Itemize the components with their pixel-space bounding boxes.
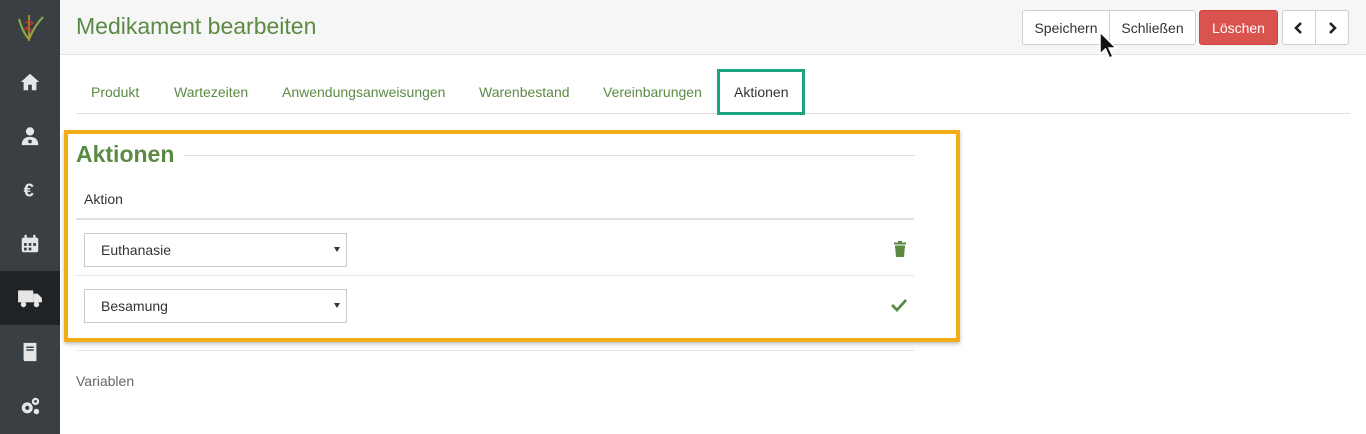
variables-label: Variablen xyxy=(76,373,135,389)
truck-icon xyxy=(18,290,42,308)
tab-wartezeiten[interactable]: Wartezeiten xyxy=(174,70,248,114)
delete-button[interactable]: Löschen xyxy=(1199,10,1278,45)
chevron-right-icon xyxy=(1329,21,1337,34)
page-title: Medikament bearbeiten xyxy=(76,13,317,39)
sidebar-item-calendar[interactable] xyxy=(0,217,60,271)
sidebar-item-patients[interactable] xyxy=(0,109,60,163)
tab-aktionen[interactable]: Aktionen xyxy=(717,69,806,115)
tab-warenbestand[interactable]: Warenbestand xyxy=(479,70,570,114)
tab-anwendungsanweisungen[interactable]: Anwendungsanweisungen xyxy=(282,70,445,114)
home-icon xyxy=(20,73,40,91)
next-button[interactable] xyxy=(1315,10,1349,45)
sidebar: € xyxy=(0,0,60,434)
tab-produkt[interactable]: Produkt xyxy=(91,70,139,114)
sidebar-item-settings[interactable] xyxy=(0,379,60,433)
close-button[interactable]: Schließen xyxy=(1109,10,1196,45)
app-logo[interactable] xyxy=(0,0,60,55)
euro-icon: € xyxy=(24,179,34,200)
book-icon xyxy=(23,342,37,362)
chevron-left-icon xyxy=(1294,21,1302,34)
user-doctor-icon xyxy=(21,127,39,146)
section-bottom-divider xyxy=(76,350,914,351)
cogs-icon xyxy=(21,397,40,415)
highlight-annotation-box xyxy=(64,130,960,342)
calendar-icon xyxy=(21,234,39,253)
tab-bar: Produkt Wartezeiten Anwendungsanweisunge… xyxy=(76,69,1350,115)
page-header: Medikament bearbeiten Speichern Schließe… xyxy=(60,0,1366,55)
sidebar-item-products[interactable] xyxy=(0,271,60,325)
sidebar-item-finance[interactable]: € xyxy=(0,163,60,217)
sidebar-item-documents[interactable] xyxy=(0,325,60,379)
sidebar-item-home[interactable] xyxy=(0,55,60,109)
mouse-cursor-icon xyxy=(1099,30,1118,59)
svg-text:€: € xyxy=(24,179,34,200)
save-button[interactable]: Speichern xyxy=(1022,10,1110,45)
tab-vereinbarungen[interactable]: Vereinbarungen xyxy=(603,70,702,114)
previous-button[interactable] xyxy=(1282,10,1316,45)
logo-icon xyxy=(17,14,44,41)
